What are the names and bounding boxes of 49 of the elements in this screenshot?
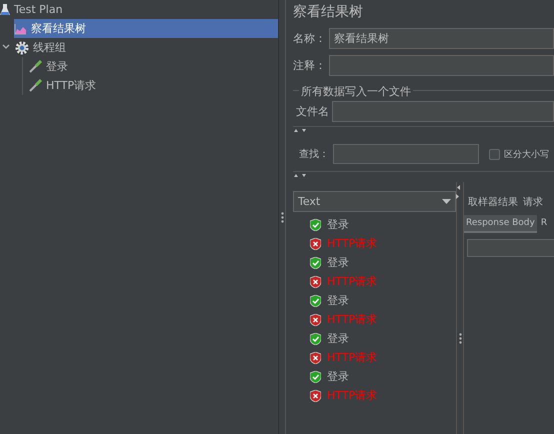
error-shield-icon xyxy=(310,276,321,288)
comment-field[interactable] xyxy=(329,55,554,76)
flask-icon xyxy=(0,4,10,16)
group-title: 所有数据写入一个文件 xyxy=(299,84,413,99)
error-shield-icon xyxy=(310,352,321,364)
search-label: 查找： xyxy=(299,148,329,161)
pipette-icon xyxy=(29,79,42,92)
result-item[interactable]: 登录 xyxy=(293,329,456,348)
error-shield-icon xyxy=(310,390,321,402)
check-shield-icon xyxy=(310,256,321,268)
tree-item[interactable]: 线程组 xyxy=(2,38,278,57)
result-tab[interactable]: 请求 xyxy=(523,194,543,208)
error-shield-icon xyxy=(310,238,321,250)
case-label: 区分大小写 xyxy=(504,148,549,160)
tree-item[interactable]: 察看结果树 xyxy=(14,19,278,38)
result-item[interactable]: 登录 xyxy=(293,291,456,310)
collapse-arrows-icon[interactable] xyxy=(293,128,309,133)
chart-icon xyxy=(14,22,27,34)
filename-field[interactable] xyxy=(332,101,554,122)
check-shield-icon xyxy=(310,294,321,306)
dropdown-arrow-icon[interactable] xyxy=(442,199,451,204)
tree-item[interactable]: Test Plan xyxy=(0,0,278,19)
response-field[interactable] xyxy=(467,239,554,257)
name-label: 名称： xyxy=(293,31,326,46)
response-tab[interactable]: Response Body xyxy=(464,215,537,233)
name-field[interactable]: 察看结果树 xyxy=(329,28,554,49)
search-field[interactable] xyxy=(333,144,479,164)
result-tab[interactable]: 取样器结果 xyxy=(468,194,518,208)
panel-title: 察看结果树 xyxy=(293,3,364,21)
response-tab[interactable]: R xyxy=(538,215,550,233)
case-checkbox[interactable] xyxy=(489,148,500,160)
split-arrows-icon[interactable] xyxy=(456,184,460,200)
result-item[interactable]: 登录 xyxy=(293,253,456,272)
tree-item[interactable]: HTTP请求 xyxy=(29,76,278,95)
result-item[interactable]: 登录 xyxy=(293,215,456,234)
check-shield-icon xyxy=(310,370,321,382)
splitter-handle[interactable] xyxy=(458,332,462,344)
gear-icon xyxy=(15,40,29,54)
result-item[interactable]: 登录 xyxy=(293,367,456,386)
collapse-arrows-icon[interactable] xyxy=(293,173,309,178)
splitter-handle[interactable] xyxy=(280,212,284,222)
pipette-icon xyxy=(29,60,42,73)
comment-label: 注释： xyxy=(293,58,326,73)
tree-item[interactable]: 登录 xyxy=(29,57,278,76)
filename-label: 文件名 xyxy=(296,104,329,119)
check-shield-icon xyxy=(310,218,321,230)
error-shield-icon xyxy=(310,314,321,326)
renderer-dropdown[interactable]: Text xyxy=(293,191,456,212)
check-shield-icon xyxy=(310,332,321,344)
